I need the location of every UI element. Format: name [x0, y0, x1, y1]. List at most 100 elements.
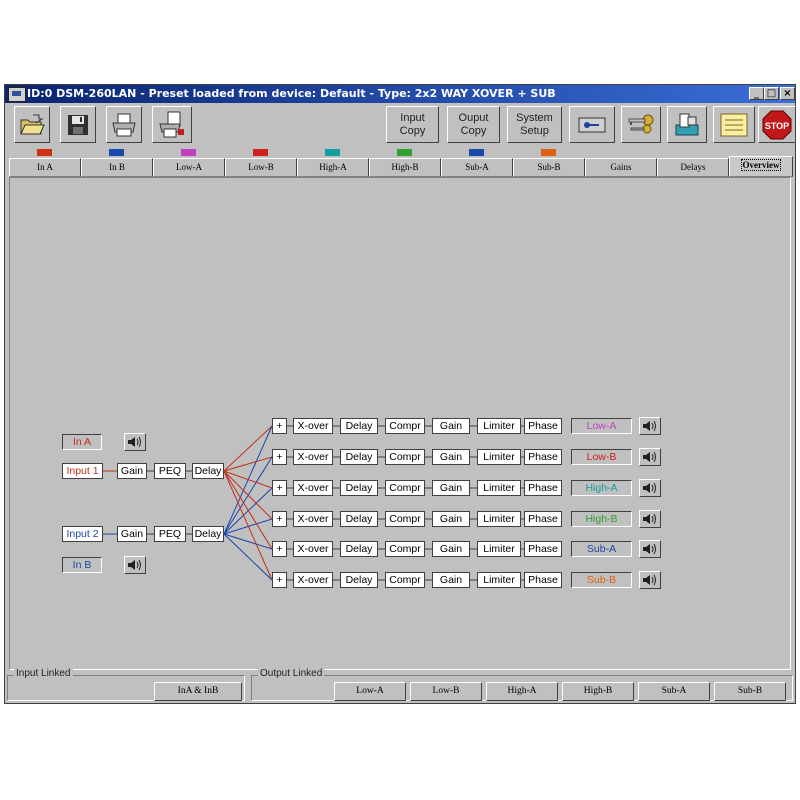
- in-a-mute-button[interactable]: [124, 433, 146, 451]
- output-6-limiter-block[interactable]: Limiter: [477, 572, 521, 588]
- input-source-2[interactable]: Input 2: [62, 526, 103, 542]
- output-5-gain-block[interactable]: Gain: [432, 541, 470, 557]
- output-2-gain-block[interactable]: Gain: [432, 449, 470, 465]
- input-source-1[interactable]: Input 1: [62, 463, 103, 479]
- output-2-limiter-block[interactable]: Limiter: [477, 449, 521, 465]
- output-5-phase-block[interactable]: Phase: [524, 541, 562, 557]
- output-4-compr-block[interactable]: Compr: [385, 511, 425, 527]
- close-button[interactable]: ×: [780, 87, 795, 100]
- lock-button[interactable]: [569, 106, 615, 143]
- tab-sub-a[interactable]: Sub-A: [441, 158, 513, 177]
- output-channel-high-a[interactable]: High-A: [571, 480, 632, 496]
- output-1-limiter-block[interactable]: Limiter: [477, 418, 521, 434]
- tab-gains[interactable]: Gains: [585, 158, 657, 177]
- link-sub-a-button[interactable]: Sub-A: [638, 682, 710, 701]
- sum-node-2: +: [272, 449, 287, 465]
- password-button[interactable]: [621, 106, 661, 143]
- output-6-delay-block[interactable]: Delay: [340, 572, 378, 588]
- system-setup-label-line1: System: [516, 111, 553, 124]
- output-5-compr-block[interactable]: Compr: [385, 541, 425, 557]
- output-3-compr-block[interactable]: Compr: [385, 480, 425, 496]
- tab-delays[interactable]: Delays: [657, 158, 729, 177]
- output-5-x-over-block[interactable]: X-over: [293, 541, 333, 557]
- output-channel-low-a[interactable]: Low-A: [571, 418, 632, 434]
- speaker-icon: [643, 543, 656, 555]
- output-4-x-over-block[interactable]: X-over: [293, 511, 333, 527]
- input-channel-in-b[interactable]: In B: [62, 557, 102, 573]
- low-b-mute-button[interactable]: [639, 448, 661, 466]
- link-ina-inb-button[interactable]: InA & InB: [154, 682, 242, 701]
- output-1-gain-block[interactable]: Gain: [432, 418, 470, 434]
- tab-sub-b[interactable]: Sub-B: [513, 158, 585, 177]
- tab-low-a[interactable]: Low-A: [153, 158, 225, 177]
- tab-overview[interactable]: Overview: [729, 156, 793, 177]
- tab-label: Sub-B: [537, 162, 561, 172]
- output-1-compr-block[interactable]: Compr: [385, 418, 425, 434]
- output-4-gain-block[interactable]: Gain: [432, 511, 470, 527]
- output-5-limiter-block[interactable]: Limiter: [477, 541, 521, 557]
- input-2-peq-block[interactable]: PEQ: [154, 526, 186, 542]
- output-4-limiter-block[interactable]: Limiter: [477, 511, 521, 527]
- link-low-a-button[interactable]: Low-A: [334, 682, 406, 701]
- stop-button[interactable]: STOP: [758, 106, 796, 143]
- stop-label: STOP: [765, 121, 789, 131]
- print-preview-button[interactable]: [152, 106, 192, 143]
- output-4-delay-block[interactable]: Delay: [340, 511, 378, 527]
- in-b-mute-button[interactable]: [124, 556, 146, 574]
- output-copy-button[interactable]: Ouput Copy: [447, 106, 500, 143]
- tab-label: Low-B: [248, 162, 274, 172]
- save-button[interactable]: [60, 106, 96, 143]
- output-5-delay-block[interactable]: Delay: [340, 541, 378, 557]
- output-channel-low-b[interactable]: Low-B: [571, 449, 632, 465]
- output-1-phase-block[interactable]: Phase: [524, 418, 562, 434]
- tab-low-b[interactable]: Low-B: [225, 158, 297, 177]
- output-channel-high-b[interactable]: High-B: [571, 511, 632, 527]
- output-channel-sub-a[interactable]: Sub-A: [571, 541, 632, 557]
- low-a-mute-button[interactable]: [639, 417, 661, 435]
- input-2-gain-block[interactable]: Gain: [117, 526, 147, 542]
- output-6-phase-block[interactable]: Phase: [524, 572, 562, 588]
- link-high-b-button[interactable]: High-B: [562, 682, 634, 701]
- notes-button[interactable]: [713, 106, 755, 143]
- output-4-phase-block[interactable]: Phase: [524, 511, 562, 527]
- open-file-button[interactable]: [14, 106, 50, 143]
- output-6-compr-block[interactable]: Compr: [385, 572, 425, 588]
- output-2-delay-block[interactable]: Delay: [340, 449, 378, 465]
- output-2-compr-block[interactable]: Compr: [385, 449, 425, 465]
- input-2-delay-block[interactable]: Delay: [192, 526, 224, 542]
- tab-high-a[interactable]: High-A: [297, 158, 369, 177]
- input-1-delay-block[interactable]: Delay: [192, 463, 224, 479]
- minimize-button[interactable]: _: [749, 87, 764, 100]
- output-3-x-over-block[interactable]: X-over: [293, 480, 333, 496]
- output-3-delay-block[interactable]: Delay: [340, 480, 378, 496]
- maximize-button[interactable]: □: [764, 87, 779, 100]
- device-button[interactable]: [667, 106, 707, 143]
- high-b-mute-button[interactable]: [639, 510, 661, 528]
- link-sub-b-button[interactable]: Sub-B: [714, 682, 786, 701]
- sum-node-6: +: [272, 572, 287, 588]
- input-1-peq-block[interactable]: PEQ: [154, 463, 186, 479]
- output-channel-sub-b[interactable]: Sub-B: [571, 572, 632, 588]
- input-copy-button[interactable]: Input Copy: [386, 106, 439, 143]
- tab-in-a[interactable]: In A: [9, 158, 81, 177]
- sub-b-mute-button[interactable]: [639, 571, 661, 589]
- output-6-x-over-block[interactable]: X-over: [293, 572, 333, 588]
- print-button[interactable]: [106, 106, 142, 143]
- sub-a-mute-button[interactable]: [639, 540, 661, 558]
- output-1-delay-block[interactable]: Delay: [340, 418, 378, 434]
- output-2-x-over-block[interactable]: X-over: [293, 449, 333, 465]
- output-6-gain-block[interactable]: Gain: [432, 572, 470, 588]
- link-low-b-button[interactable]: Low-B: [410, 682, 482, 701]
- output-1-x-over-block[interactable]: X-over: [293, 418, 333, 434]
- output-3-gain-block[interactable]: Gain: [432, 480, 470, 496]
- output-3-phase-block[interactable]: Phase: [524, 480, 562, 496]
- tab-in-b[interactable]: In B: [81, 158, 153, 177]
- output-2-phase-block[interactable]: Phase: [524, 449, 562, 465]
- link-high-a-button[interactable]: High-A: [486, 682, 558, 701]
- output-3-limiter-block[interactable]: Limiter: [477, 480, 521, 496]
- input-channel-in-a[interactable]: In A: [62, 434, 102, 450]
- input-1-gain-block[interactable]: Gain: [117, 463, 147, 479]
- tab-high-b[interactable]: High-B: [369, 158, 441, 177]
- system-setup-button[interactable]: System Setup: [507, 106, 562, 143]
- high-a-mute-button[interactable]: [639, 479, 661, 497]
